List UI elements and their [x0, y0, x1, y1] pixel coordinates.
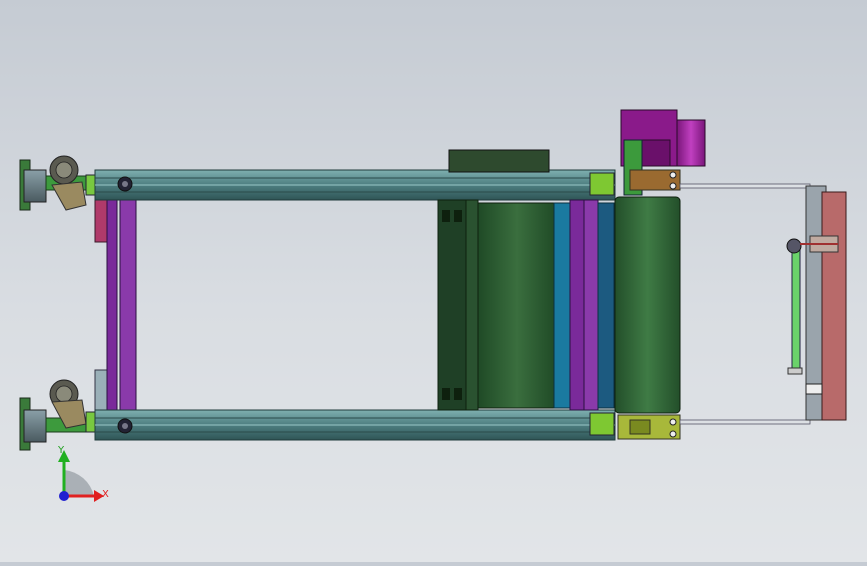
cad-viewport[interactable]: Y X [0, 0, 867, 562]
top-cover-box[interactable] [448, 149, 550, 173]
right-side-panel[interactable] [805, 185, 847, 421]
bracket-bottom[interactable] [589, 412, 615, 436]
caster-bottom-left[interactable] [19, 379, 99, 451]
guide-rods [679, 183, 811, 425]
left-end-plate[interactable] [94, 171, 137, 441]
bracket-top[interactable] [589, 172, 615, 196]
conveyor-assembly-model[interactable]: Y X [0, 0, 867, 562]
y-axis-label: Y [57, 445, 65, 456]
conveyor-belt-section[interactable] [437, 199, 615, 411]
caster-top-left[interactable] [19, 155, 99, 211]
x-axis-label: X [102, 489, 109, 500]
bearing-block-bottom[interactable] [617, 414, 681, 440]
top-frame-rail[interactable] [94, 169, 616, 201]
z-axis-origin [59, 491, 69, 501]
drive-roller[interactable] [614, 196, 681, 414]
bearing-block-top[interactable] [629, 169, 681, 191]
orientation-triad: Y X [57, 445, 109, 502]
bottom-frame-rail[interactable] [94, 409, 616, 441]
